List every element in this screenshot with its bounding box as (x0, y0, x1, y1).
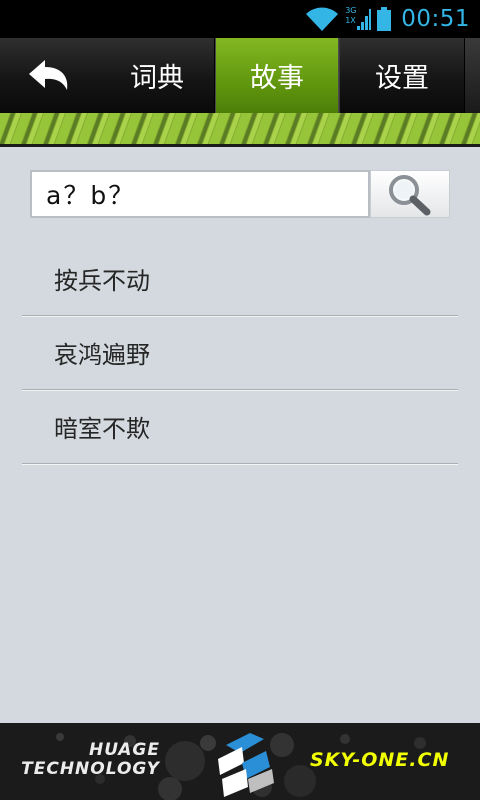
tab-dictionary[interactable]: 词典 (100, 38, 215, 113)
status-time: 00:51 (401, 6, 470, 32)
footer-brand: HUAGE TECHNOLOGY (14, 741, 160, 779)
search-button[interactable] (370, 170, 450, 218)
list-item[interactable]: 按兵不动 (22, 242, 458, 316)
footer-banner: HUAGE TECHNOLOGY SKY-ONE.CN (0, 723, 480, 800)
brand-line-1: HUAGE (89, 740, 160, 760)
search-input-value: a？b？ (46, 181, 136, 210)
search-input[interactable]: a？b？ (30, 170, 370, 218)
status-icons: 3G 1X 00:51 (305, 0, 480, 38)
status-bar: 3G 1X 00:51 (0, 0, 480, 38)
mobile-signal: 3G 1X (345, 6, 372, 32)
banner-pattern (0, 113, 480, 144)
footer-url: SKY-ONE.CN (310, 749, 450, 771)
results-list: 按兵不动 哀鸿遍野 暗室不欺 (22, 242, 458, 464)
decorative-banner (0, 113, 480, 147)
list-item-label: 暗室不欺 (54, 415, 150, 443)
company-logo (218, 733, 274, 797)
list-item-label: 哀鸿遍野 (54, 341, 150, 369)
topbar-edge (464, 38, 480, 113)
list-item[interactable]: 暗室不欺 (22, 390, 458, 464)
list-item-label: 按兵不动 (54, 267, 150, 295)
back-button[interactable] (0, 38, 100, 113)
battery-icon (377, 7, 392, 31)
brand-line-2: TECHNOLOGY (21, 759, 160, 779)
list-item[interactable]: 哀鸿遍野 (22, 316, 458, 390)
undo-arrow-icon (29, 59, 68, 90)
signal-icon (357, 9, 372, 30)
tab-story[interactable]: 故事 (215, 38, 339, 113)
wifi-icon (306, 7, 339, 31)
top-nav-bar: 词典 故事 设置 (0, 38, 480, 113)
search-icon (389, 175, 431, 216)
tab-settings[interactable]: 设置 (339, 38, 464, 113)
